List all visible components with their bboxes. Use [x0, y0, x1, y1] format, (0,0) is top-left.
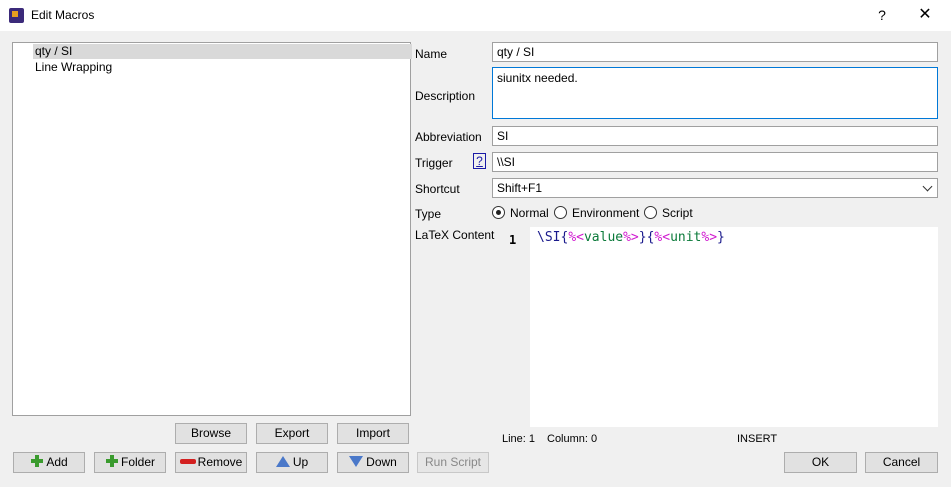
radio-unchecked-icon — [644, 206, 657, 219]
remove-label: Remove — [197, 455, 243, 469]
shortcut-value: Shift+F1 — [497, 181, 543, 195]
radio-environment-label: Environment — [572, 206, 640, 220]
status-line: Line: 1 — [502, 433, 536, 445]
line-number: 1 — [509, 233, 517, 247]
help-button[interactable]: ? — [870, 5, 894, 25]
app-icon — [9, 8, 24, 23]
window-title: Edit Macros — [31, 8, 95, 22]
abbreviation-input[interactable]: SI — [492, 126, 938, 146]
tree-item-line-wrapping[interactable]: Line Wrapping — [35, 60, 112, 75]
code-placeholder-text: unit — [670, 230, 702, 245]
title-bar: Edit Macros ? ✕ — [0, 0, 951, 31]
chevron-down-icon — [922, 181, 933, 192]
macro-tree[interactable]: qty / SI Line Wrapping — [12, 42, 412, 416]
browse-button[interactable]: Browse — [175, 423, 247, 444]
type-label: Type — [415, 207, 442, 221]
down-label: Down — [366, 455, 397, 469]
code-placeholder-marker: %> — [623, 230, 639, 245]
code-command: \SI — [537, 230, 561, 245]
tree-item-qty-si[interactable]: qty / SI — [33, 44, 412, 59]
ok-button[interactable]: OK — [784, 452, 857, 473]
minus-icon — [179, 459, 196, 464]
arrow-down-icon — [349, 456, 364, 467]
description-label: Description — [415, 89, 476, 103]
folder-label: Folder — [120, 455, 155, 469]
trigger-label: Trigger — [415, 156, 453, 170]
line-number-gutter: 1 — [500, 227, 530, 427]
radio-checked-icon — [492, 206, 505, 219]
shortcut-select[interactable]: Shift+F1 — [492, 178, 938, 198]
latex-content-label: LaTeX Content — [415, 228, 495, 242]
close-icon[interactable]: ✕ — [913, 5, 937, 25]
trigger-help-link[interactable]: ? — [473, 153, 486, 169]
code-placeholder-marker: %< — [654, 230, 671, 245]
radio-unchecked-icon — [554, 206, 567, 219]
export-button[interactable]: Export — [256, 423, 328, 444]
trigger-input[interactable]: \\SI — [492, 152, 938, 172]
plus-icon — [30, 454, 44, 468]
shortcut-label: Shortcut — [415, 182, 460, 196]
description-input[interactable]: siunitx needed. — [492, 67, 938, 119]
abbreviation-label: Abbreviation — [415, 130, 482, 144]
cancel-button[interactable]: Cancel — [865, 452, 938, 473]
radio-script-label: Script — [662, 206, 693, 220]
run-script-button[interactable]: Run Script — [417, 452, 489, 473]
add-button[interactable]: Add — [13, 452, 85, 473]
up-label: Up — [292, 455, 309, 469]
code-placeholder-marker: %< — [568, 230, 584, 245]
latex-editor[interactable]: 1 \SI{%<value%>}{%<unit%>} — [500, 227, 938, 427]
up-button[interactable]: Up — [256, 452, 328, 473]
code-placeholder-text: value — [583, 230, 624, 245]
code-line[interactable]: \SI{%<value%>}{%<unit%>} — [537, 230, 725, 245]
code-brace: } — [638, 230, 647, 245]
radio-normal-label: Normal — [510, 206, 549, 220]
status-mode: INSERT — [737, 433, 778, 445]
import-button[interactable]: Import — [337, 423, 409, 444]
folder-button[interactable]: Folder — [94, 452, 166, 473]
status-column: Column: 0 — [547, 433, 598, 445]
arrow-up-icon — [275, 456, 290, 467]
code-placeholder-marker: %> — [701, 230, 718, 245]
plus-icon — [105, 454, 119, 468]
remove-button[interactable]: Remove — [175, 452, 247, 473]
name-input[interactable]: qty / SI — [492, 42, 938, 62]
name-label: Name — [415, 47, 448, 61]
add-label: Add — [46, 455, 68, 469]
down-button[interactable]: Down — [337, 452, 409, 473]
code-brace: } — [717, 230, 725, 245]
